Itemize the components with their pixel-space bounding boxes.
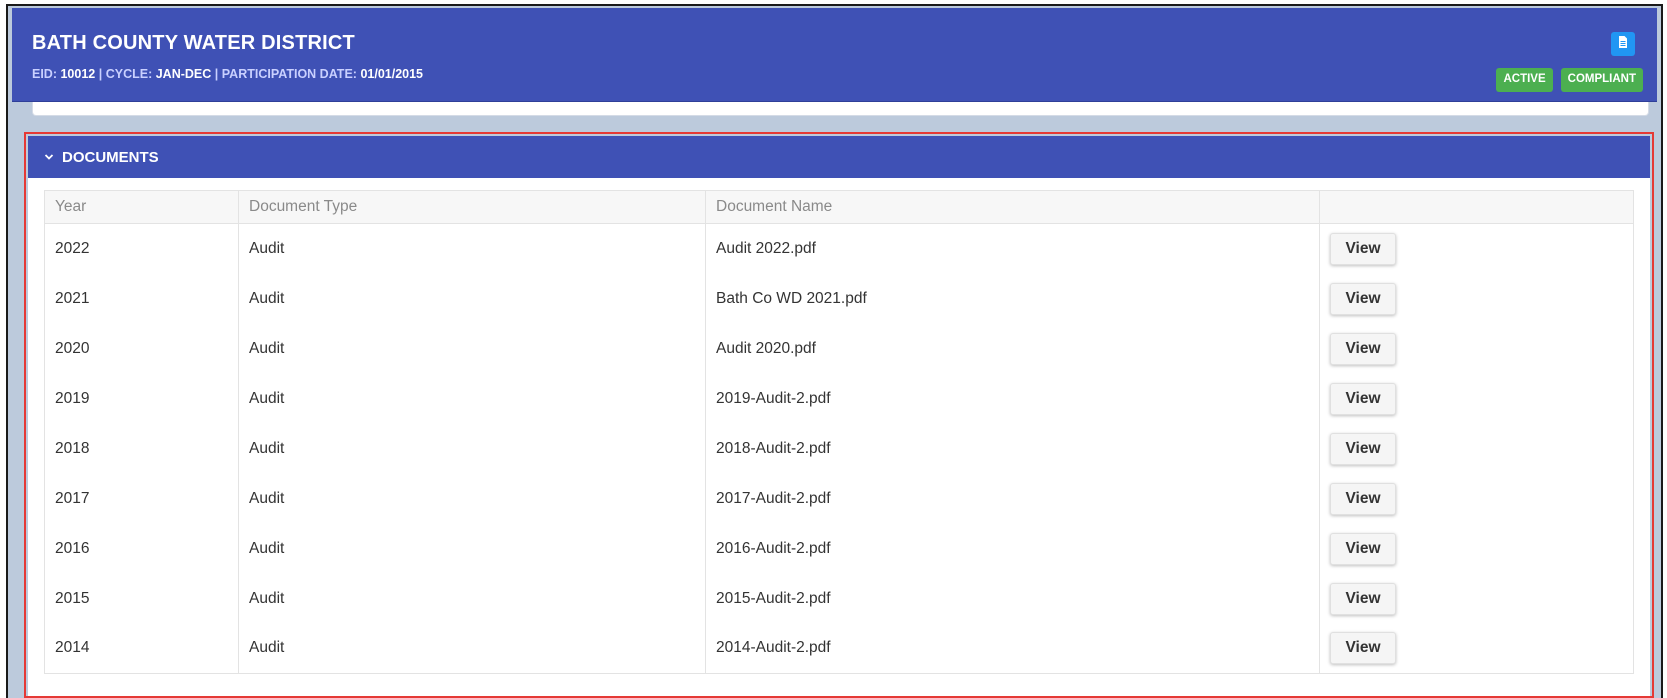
- row-year: 2020: [55, 339, 90, 357]
- row-document-name: 2018-Audit-2.pdf: [705, 423, 1320, 474]
- participation-date-label: PARTICIPATION DATE:: [221, 67, 357, 81]
- row-document-type: Audit: [238, 523, 706, 574]
- documents-panel: DOCUMENTS Year Document Type Document Na…: [28, 136, 1650, 696]
- row-actions: View: [1319, 473, 1634, 524]
- row-actions: View: [1319, 373, 1634, 424]
- status-badge-active: ACTIVE: [1496, 68, 1553, 92]
- row-year: 2017: [55, 489, 90, 507]
- column-header-document-type: Document Type: [238, 190, 706, 224]
- meta-separator: |: [214, 67, 219, 81]
- row-document-name: 2016-Audit-2.pdf: [705, 523, 1320, 574]
- row-document-type: Audit: [238, 423, 706, 474]
- table-row: 2021 Audit Bath Co WD 2021.pdf View: [45, 273, 1634, 324]
- table-row: 2015 Audit 2015-Audit-2.pdf View: [45, 573, 1634, 624]
- view-button[interactable]: View: [1330, 382, 1396, 415]
- table-row: 2016 Audit 2016-Audit-2.pdf View: [45, 523, 1634, 574]
- row-document-type: Audit: [238, 473, 706, 524]
- eid-label: EID:: [32, 67, 57, 81]
- row-year: 2014: [55, 639, 90, 657]
- row-document-type: Audit: [238, 573, 706, 624]
- row-actions: View: [1319, 273, 1634, 324]
- entity-meta: EID: 10012 | CYCLE: JAN-DEC | PARTICIPAT…: [32, 67, 423, 81]
- documents-panel-title: DOCUMENTS: [62, 148, 159, 166]
- view-button[interactable]: View: [1330, 232, 1396, 265]
- table-row: 2019 Audit 2019-Audit-2.pdf View: [45, 373, 1634, 424]
- row-document-type: Audit: [238, 223, 706, 274]
- status-badge-compliant: COMPLIANT: [1560, 68, 1643, 92]
- entity-header: BATH COUNTY WATER DISTRICT EID: 10012 | …: [12, 8, 1657, 102]
- view-button[interactable]: View: [1330, 632, 1396, 665]
- table-row: 2014 Audit 2014-Audit-2.pdf View: [45, 623, 1634, 674]
- row-document-name: Audit 2020.pdf: [705, 323, 1320, 374]
- meta-separator: |: [98, 67, 103, 81]
- view-button[interactable]: View: [1330, 582, 1396, 615]
- view-button[interactable]: View: [1330, 332, 1396, 365]
- row-actions: View: [1319, 223, 1634, 274]
- status-badges: ACTIVE COMPLIANT: [1496, 68, 1643, 92]
- row-document-type: Audit: [238, 273, 706, 324]
- table-row: 2017 Audit 2017-Audit-2.pdf View: [45, 473, 1634, 524]
- row-document-name: 2014-Audit-2.pdf: [705, 623, 1320, 674]
- row-year: 2019: [55, 389, 90, 407]
- row-actions: View: [1319, 323, 1634, 374]
- eid-value: 10012: [60, 67, 96, 81]
- row-year: 2021: [55, 289, 90, 307]
- row-document-name: 2015-Audit-2.pdf: [705, 573, 1320, 624]
- previous-panel-bottom: [32, 102, 1649, 116]
- chevron-down-icon: [44, 153, 54, 161]
- column-header-document-name: Document Name: [705, 190, 1320, 224]
- document-button[interactable]: [1611, 32, 1635, 56]
- row-document-name: 2017-Audit-2.pdf: [705, 473, 1320, 524]
- row-document-name: 2019-Audit-2.pdf: [705, 373, 1320, 424]
- row-document-name: Bath Co WD 2021.pdf: [705, 273, 1320, 324]
- table-row: 2022 Audit Audit 2022.pdf View: [45, 223, 1634, 274]
- participation-date-value: 01/01/2015: [360, 67, 423, 81]
- cycle-value: JAN-DEC: [155, 67, 212, 81]
- row-document-name: Audit 2022.pdf: [705, 223, 1320, 274]
- table-row: 2020 Audit Audit 2020.pdf View: [45, 323, 1634, 374]
- row-year: 2015: [55, 589, 90, 607]
- entity-title: BATH COUNTY WATER DISTRICT: [32, 32, 355, 54]
- column-header-year: Year: [44, 190, 239, 224]
- documents-table: Year Document Type Document Name 2022 Au…: [44, 190, 1634, 674]
- row-year: 2018: [55, 439, 90, 457]
- column-header-actions: [1319, 190, 1634, 224]
- row-year: 2022: [55, 239, 90, 257]
- row-document-type: Audit: [238, 373, 706, 424]
- app-window: BATH COUNTY WATER DISTRICT EID: 10012 | …: [6, 4, 1663, 698]
- table-header-row: Year Document Type Document Name: [44, 190, 1634, 224]
- row-document-type: Audit: [238, 323, 706, 374]
- row-actions: View: [1319, 523, 1634, 574]
- row-year: 2016: [55, 539, 90, 557]
- view-button[interactable]: View: [1330, 482, 1396, 515]
- view-button[interactable]: View: [1330, 432, 1396, 465]
- cycle-label: CYCLE:: [105, 67, 153, 81]
- row-actions: View: [1319, 573, 1634, 624]
- row-actions: View: [1319, 423, 1634, 474]
- view-button[interactable]: View: [1330, 282, 1396, 315]
- view-button[interactable]: View: [1330, 532, 1396, 565]
- row-document-type: Audit: [238, 623, 706, 674]
- document-icon: [1618, 35, 1628, 53]
- documents-panel-header[interactable]: DOCUMENTS: [28, 136, 1650, 178]
- table-row: 2018 Audit 2018-Audit-2.pdf View: [45, 423, 1634, 474]
- row-actions: View: [1319, 623, 1634, 674]
